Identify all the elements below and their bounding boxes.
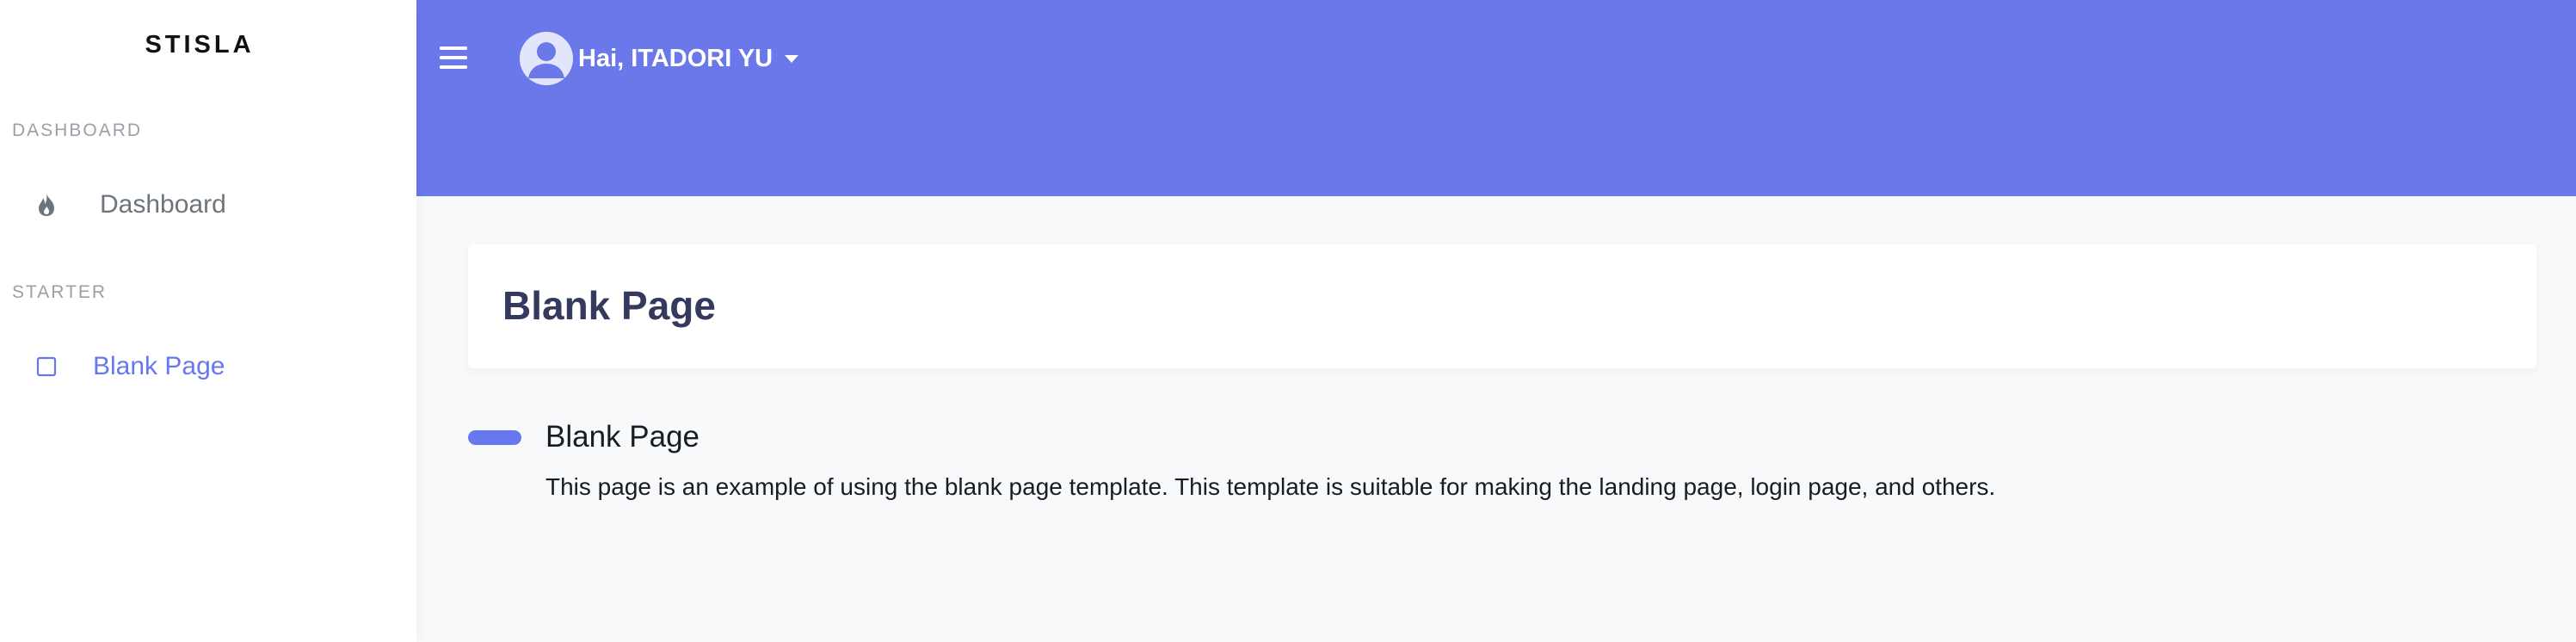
section-title: Blank Page bbox=[545, 420, 700, 454]
sidebar: STISLA DASHBOARD Dashboard STARTER Blank… bbox=[0, 0, 416, 642]
user-avatar-icon[interactable] bbox=[520, 32, 573, 85]
app-root: STISLA DASHBOARD Dashboard STARTER Blank… bbox=[0, 0, 2576, 642]
sidebar-item-dashboard[interactable]: Dashboard bbox=[0, 179, 416, 231]
hamburger-icon[interactable] bbox=[439, 43, 468, 72]
section-lead-bar bbox=[468, 430, 521, 445]
sidebar-item-label: Blank Page bbox=[93, 352, 225, 380]
menu-header-dashboard: DASHBOARD bbox=[12, 120, 143, 140]
square-icon bbox=[29, 349, 64, 384]
sidebar-item-label: Dashboard bbox=[100, 190, 226, 219]
user-name[interactable]: Hai, ITADORI YU bbox=[578, 45, 773, 73]
user-dropdown[interactable]: Hai, ITADORI YU bbox=[520, 31, 799, 86]
section-description: This page is an example of using the bla… bbox=[545, 473, 1996, 500]
fire-icon bbox=[29, 188, 64, 222]
caret-down-icon[interactable] bbox=[785, 54, 799, 63]
page-title: Blank Page bbox=[502, 283, 716, 328]
top-navbar: Hai, ITADORI YU bbox=[416, 0, 2576, 117]
sidebar-brand[interactable]: STISLA bbox=[0, 31, 399, 59]
page-header: Blank Page bbox=[468, 244, 2536, 368]
sidebar-item-blank-page[interactable]: Blank Page bbox=[0, 341, 416, 392]
menu-header-starter: STARTER bbox=[12, 282, 108, 302]
